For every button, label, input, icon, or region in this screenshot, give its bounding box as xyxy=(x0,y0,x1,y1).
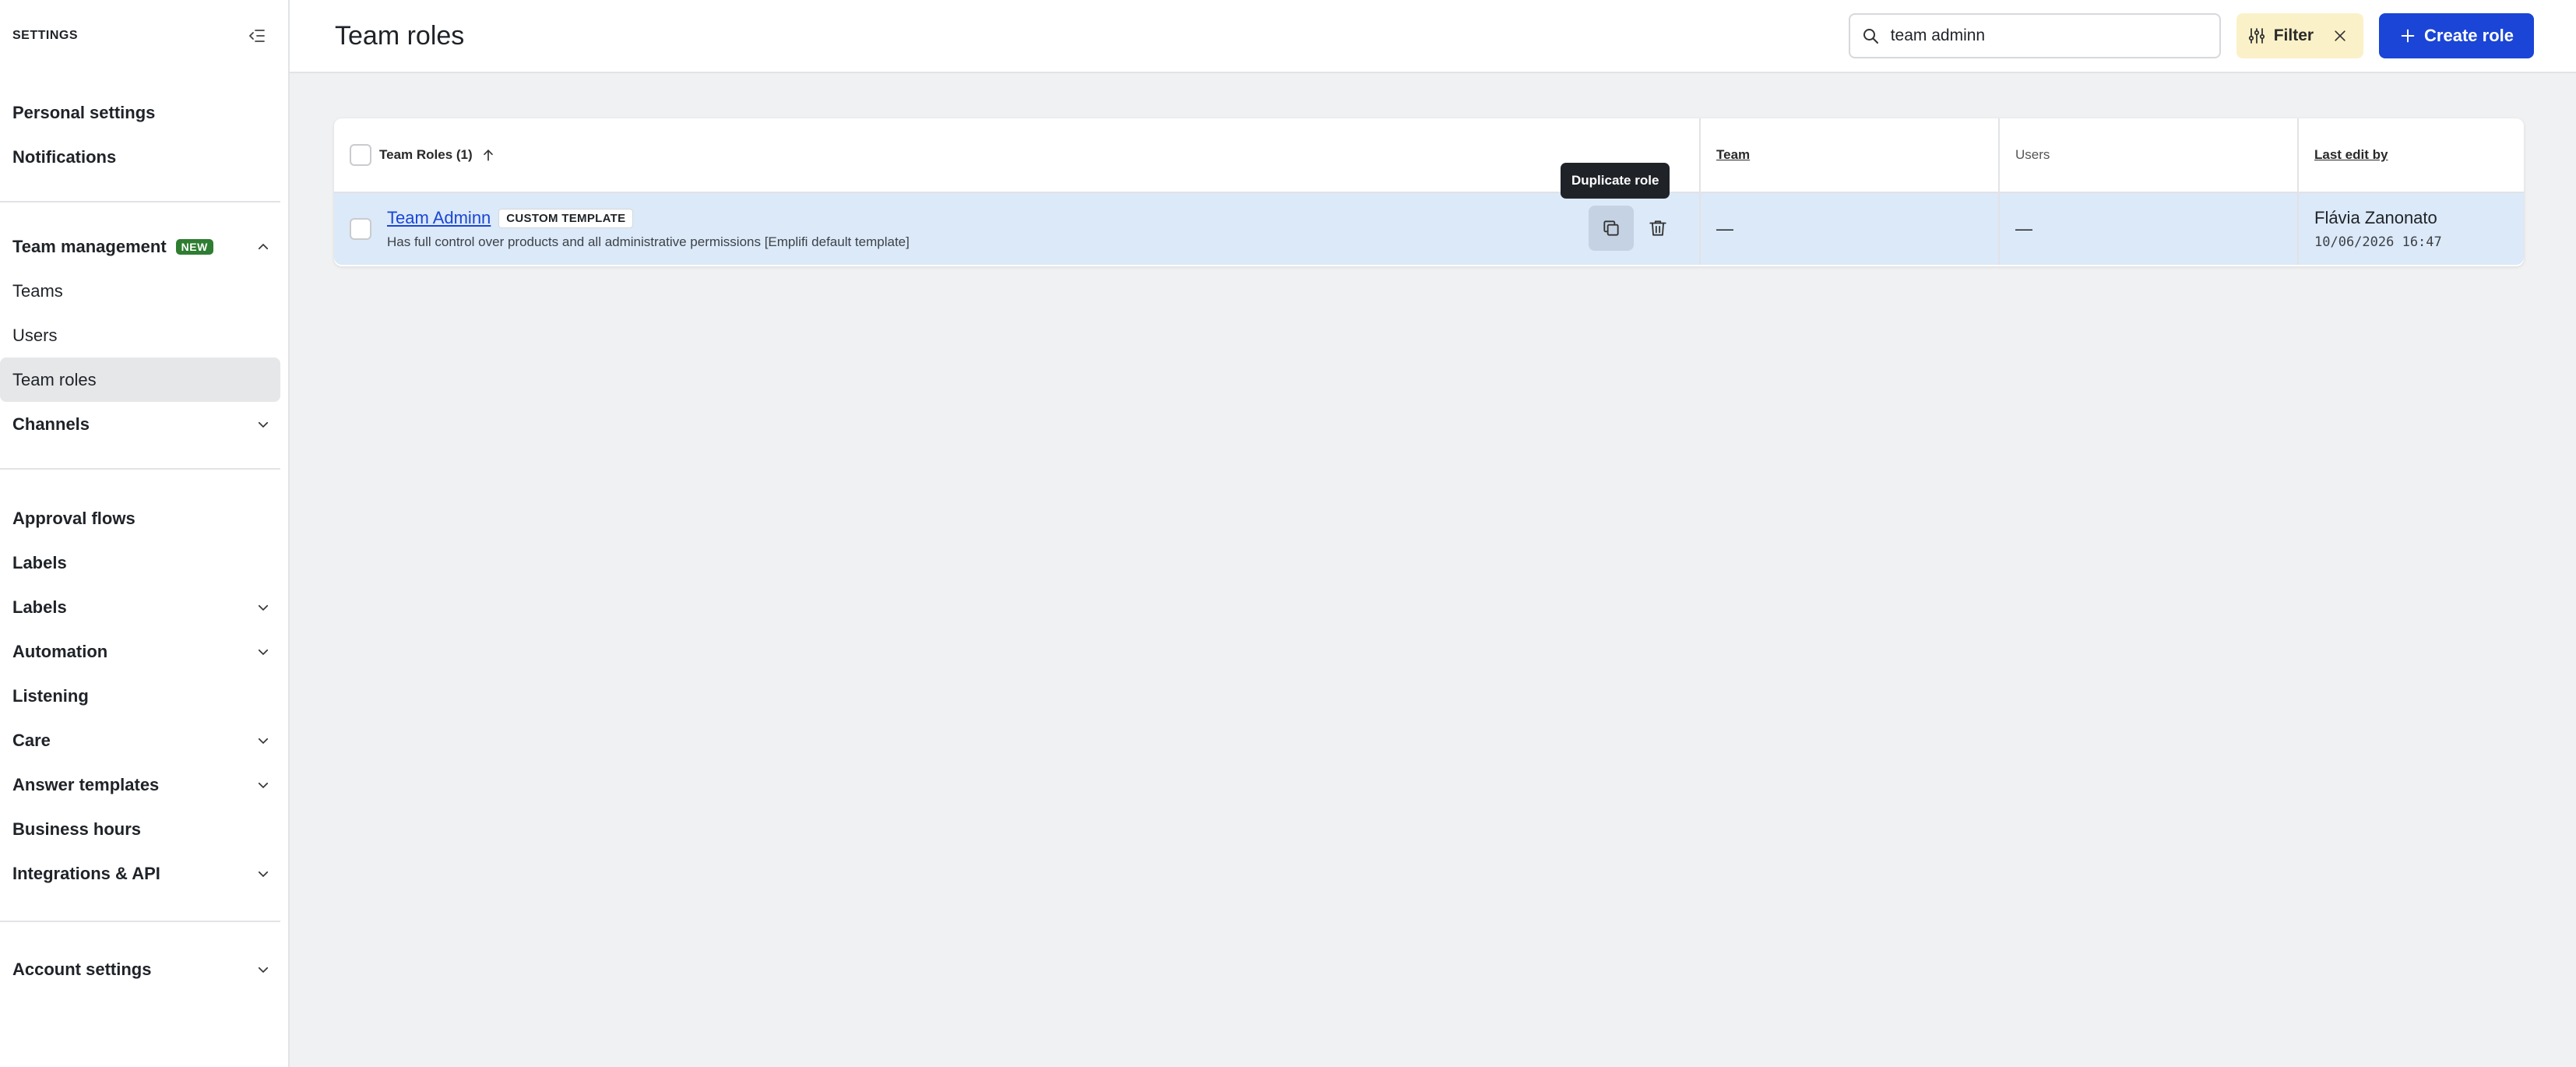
row-actions xyxy=(1589,206,1680,251)
sidebar-item-labels[interactable]: Labels xyxy=(0,541,288,585)
settings-sidebar: SETTINGS Personal settings Notifications… xyxy=(0,0,290,1067)
chevron-down-icon[interactable] xyxy=(254,865,273,883)
sidebar-item-integrations-api[interactable]: Integrations & API xyxy=(0,851,288,896)
new-badge: NEW xyxy=(175,238,213,255)
search-icon xyxy=(1861,26,1880,45)
sidebar-header: SETTINGS xyxy=(0,0,288,72)
sidebar-group-team: Team management NEW Teams Users Team rol… xyxy=(0,202,288,468)
sidebar-item-label: Answer templates xyxy=(12,774,160,794)
sidebar-item-label: Account settings xyxy=(12,959,152,979)
sidebar-item-notifications[interactable]: Notifications xyxy=(0,135,288,179)
chevron-up-icon[interactable] xyxy=(254,238,273,256)
users-value: — xyxy=(2015,219,2032,238)
cell-team: — xyxy=(1701,193,2000,265)
sidebar-item-answer-templates[interactable]: Answer templates xyxy=(0,762,288,807)
sidebar-item-label: Users xyxy=(12,325,58,345)
sidebar-item-label: Automation xyxy=(12,641,108,661)
column-label-last-edit[interactable]: Last edit by xyxy=(2314,147,2388,163)
sidebar-item-label: Listening xyxy=(12,685,89,706)
sidebar-item-labels-expandable[interactable]: Labels xyxy=(0,585,288,629)
close-icon[interactable] xyxy=(2332,28,2348,44)
chevron-down-icon[interactable] xyxy=(254,598,273,617)
sidebar-item-label: Labels xyxy=(12,552,67,572)
sidebar-item-label: Integrations & API xyxy=(12,863,160,883)
sidebar-item-label: Notifications xyxy=(12,146,117,167)
filter-label: Filter xyxy=(2273,26,2314,44)
sidebar-item-listening[interactable]: Listening xyxy=(0,674,288,718)
column-header-users: Users xyxy=(2000,118,2299,192)
select-all-checkbox[interactable] xyxy=(350,144,371,166)
column-label-users: Users xyxy=(2015,147,2050,162)
cell-last-edit: Flávia Zanonato 10/06/2026 16:47 xyxy=(2299,193,2524,265)
sidebar-item-label: Team management xyxy=(12,236,167,256)
last-edit-name: Flávia Zanonato xyxy=(2314,208,2437,227)
sidebar-item-label: Approval flows xyxy=(12,508,135,528)
column-header-team[interactable]: Team xyxy=(1701,118,2000,192)
chevron-down-icon[interactable] xyxy=(254,731,273,750)
last-edit-date: 10/06/2026 16:47 xyxy=(2314,234,2442,250)
filter-button[interactable]: Filter xyxy=(2236,13,2364,58)
page-title: Team roles xyxy=(335,20,465,51)
page-header: Team roles Filter Create role xyxy=(290,0,2576,73)
sidebar-item-label: Labels xyxy=(12,597,67,617)
role-name-link[interactable]: Team Adminn xyxy=(387,208,491,228)
column-header-last-edit[interactable]: Last edit by xyxy=(2299,118,2524,192)
sidebar-item-label: Personal settings xyxy=(12,102,156,122)
team-roles-table: Team Roles (1) Team Users Last edit by T… xyxy=(334,118,2524,266)
sidebar-title: SETTINGS xyxy=(12,29,79,42)
filter-sliders-icon xyxy=(2247,26,2266,45)
chevron-down-icon[interactable] xyxy=(254,643,273,661)
column-header-name: Team Roles (1) xyxy=(334,118,1701,192)
cell-users: — xyxy=(2000,193,2299,265)
sidebar-item-care[interactable]: Care xyxy=(0,718,288,762)
column-label-team[interactable]: Team xyxy=(1716,147,1750,163)
chevron-down-icon[interactable] xyxy=(254,960,273,979)
create-role-label: Create role xyxy=(2424,26,2514,45)
duplicate-role-button[interactable] xyxy=(1589,206,1634,251)
sidebar-group-account: Account settings xyxy=(0,922,288,1007)
table-row[interactable]: Team Adminn CUSTOM TEMPLATE Has full con… xyxy=(334,193,2524,265)
plus-icon xyxy=(2399,27,2416,44)
search-box[interactable] xyxy=(1848,13,2221,58)
cell-role: Team Adminn CUSTOM TEMPLATE Has full con… xyxy=(334,193,1701,265)
sort-arrow-up-icon[interactable] xyxy=(480,147,496,163)
sidebar-item-business-hours[interactable]: Business hours xyxy=(0,807,288,851)
sidebar-item-label: Teams xyxy=(12,280,63,301)
sidebar-item-label: Business hours xyxy=(12,819,142,839)
sidebar-item-channels[interactable]: Channels xyxy=(0,402,288,446)
delete-role-button[interactable] xyxy=(1635,206,1680,251)
sidebar-item-teams[interactable]: Teams xyxy=(0,269,288,313)
duplicate-role-tooltip: Duplicate role xyxy=(1561,163,1670,199)
sidebar-group-tools: Approval flows Labels Labels Automation … xyxy=(0,470,288,921)
role-info: Team Adminn CUSTOM TEMPLATE Has full con… xyxy=(387,208,910,250)
custom-template-tag: CUSTOM TEMPLATE xyxy=(498,208,634,228)
table-header: Team Roles (1) Team Users Last edit by xyxy=(334,118,2524,193)
role-description: Has full control over products and all a… xyxy=(387,234,910,249)
sidebar-item-personal-settings[interactable]: Personal settings xyxy=(0,90,288,135)
row-checkbox[interactable] xyxy=(350,218,371,240)
chevron-down-icon[interactable] xyxy=(254,776,273,794)
sidebar-item-label: Team roles xyxy=(12,369,97,389)
sidebar-item-label: Care xyxy=(12,730,51,750)
sidebar-item-account-settings[interactable]: Account settings xyxy=(0,947,288,991)
team-value: — xyxy=(1716,219,1733,238)
create-role-button[interactable]: Create role xyxy=(2379,13,2534,58)
chevron-down-icon[interactable] xyxy=(254,415,273,434)
search-input[interactable] xyxy=(1890,26,2208,45)
sidebar-item-automation[interactable]: Automation xyxy=(0,629,288,674)
sidebar-item-users[interactable]: Users xyxy=(0,313,288,357)
sidebar-item-approval-flows[interactable]: Approval flows xyxy=(0,496,288,541)
column-label-name[interactable]: Team Roles (1) xyxy=(379,147,473,163)
sidebar-item-label: Channels xyxy=(12,414,90,434)
sidebar-item-team-roles[interactable]: Team roles xyxy=(0,357,280,402)
sidebar-item-team-management[interactable]: Team management NEW xyxy=(0,224,288,269)
collapse-sidebar-icon[interactable] xyxy=(246,25,268,47)
sidebar-group-personal: Personal settings Notifications xyxy=(0,72,288,201)
